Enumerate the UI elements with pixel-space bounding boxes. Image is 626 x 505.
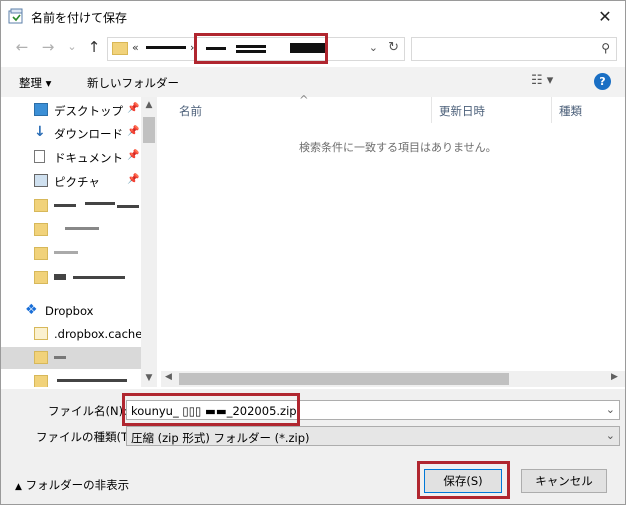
redacted-label	[85, 202, 115, 205]
save-highlight-box	[417, 461, 510, 499]
command-bar: 整理 ▾ 新しいフォルダー ☷ ▾ ?	[1, 67, 625, 97]
redacted-path	[146, 46, 186, 49]
document-icon	[34, 150, 45, 163]
refresh-icon[interactable]: ↻	[388, 40, 399, 55]
sidebar-item-folder[interactable]	[1, 195, 141, 217]
filetype-value: 圧縮 (zip 形式) フォルダー (*.zip)	[131, 431, 310, 445]
new-folder-button[interactable]: 新しいフォルダー	[87, 75, 179, 91]
scroll-right-icon[interactable]: ▶	[611, 372, 618, 382]
save-form: ファイル名(N): kounyu_ ▯▯▯ ▬▬_202005.zip ⌄ ファ…	[1, 389, 625, 504]
sidebar-item-label: .dropbox.cache	[54, 327, 143, 341]
redacted-label	[117, 205, 139, 208]
organize-button[interactable]: 整理 ▾	[19, 75, 51, 91]
nav-scrollbar[interactable]: ▲ ▼	[141, 97, 157, 387]
search-icon: ⚲	[601, 41, 610, 55]
folder-icon	[112, 42, 128, 55]
hide-folders-label: フォルダーの非表示	[25, 478, 130, 492]
help-icon[interactable]: ?	[594, 73, 611, 90]
column-header-type[interactable]: 種類	[559, 103, 582, 119]
filename-highlight-box	[122, 393, 300, 426]
redacted-label	[54, 251, 78, 254]
pictures-icon	[34, 174, 48, 187]
column-divider[interactable]	[431, 97, 432, 123]
filename-dropdown-icon[interactable]: ⌄	[606, 403, 615, 416]
search-input[interactable]: ⚲	[411, 37, 617, 61]
sidebar-item-documents[interactable]: ドキュメント 📌	[1, 146, 141, 168]
filetype-label: ファイルの種類(T):	[36, 430, 137, 444]
folder-sync-icon	[34, 271, 48, 284]
sidebar-item-label: ピクチャ	[54, 175, 100, 189]
sidebar-item-label: Dropbox	[45, 304, 94, 318]
shared-folder-icon	[34, 351, 48, 364]
address-row: ← → ⌄ ↑ « › ⌄ ↻ ⚲	[1, 32, 625, 64]
address-highlight-box	[194, 33, 328, 64]
column-header-name[interactable]: 名前	[179, 103, 202, 119]
save-dialog-icon	[8, 8, 23, 24]
view-options-icon[interactable]: ☷ ▾	[531, 73, 553, 88]
pin-icon: 📌	[127, 126, 140, 137]
forward-button[interactable]: →	[39, 38, 57, 56]
scroll-left-icon[interactable]: ◀	[165, 372, 172, 382]
sidebar-item-pictures[interactable]: ピクチャ 📌	[1, 170, 141, 192]
empty-message: 検索条件に一致する項目はありません。	[299, 141, 497, 154]
sidebar-item-downloads[interactable]: ↓ ダウンロード 📌	[1, 122, 141, 144]
title-bar: 名前を付けて保存 ✕	[1, 1, 625, 32]
sidebar-item-folder[interactable]	[1, 267, 141, 289]
navigation-pane: デスクトップ 📌 ↓ ダウンロード 📌 ドキュメント 📌 ピクチャ 📌 ❖ Dr…	[1, 97, 157, 387]
column-divider[interactable]	[551, 97, 552, 123]
folder-sync-icon	[34, 199, 48, 212]
back-button[interactable]: ←	[13, 38, 31, 56]
window-title: 名前を付けて保存	[31, 11, 128, 25]
sidebar-item-dropbox-cache[interactable]: .dropbox.cache	[1, 323, 143, 345]
pin-icon: 📌	[127, 174, 140, 185]
folder-icon	[34, 247, 48, 260]
chevron-up-icon: ▲	[15, 482, 22, 492]
redacted-label	[54, 204, 76, 207]
pin-icon: 📌	[127, 103, 140, 114]
sidebar-item-folder[interactable]	[1, 219, 141, 241]
sidebar-item-desktop[interactable]: デスクトップ 📌	[1, 99, 141, 121]
hide-folders-toggle[interactable]: ▲ フォルダーの非表示	[15, 477, 129, 493]
dropbox-icon: ❖	[25, 302, 38, 318]
filename-label: ファイル名(N):	[48, 404, 127, 418]
redacted-label	[54, 356, 66, 359]
sidebar-item-dropbox[interactable]: ❖ Dropbox	[1, 300, 141, 322]
recent-locations-button[interactable]: ⌄	[63, 38, 81, 56]
filetype-dropdown-icon[interactable]: ⌄	[606, 429, 615, 442]
up-button[interactable]: ↑	[85, 38, 103, 56]
redacted-label	[65, 227, 99, 230]
file-list[interactable]: 名前 ^ 更新日時 種類 検索条件に一致する項目はありません。	[161, 93, 625, 387]
sort-indicator-icon: ^	[299, 93, 309, 107]
shared-folder-icon	[34, 375, 48, 387]
folder-icon	[34, 327, 48, 340]
filetype-select[interactable]: 圧縮 (zip 形式) フォルダー (*.zip) ⌄	[126, 426, 620, 446]
download-icon: ↓	[34, 124, 46, 140]
redacted-label	[54, 274, 66, 280]
scroll-up-icon[interactable]: ▲	[141, 100, 157, 110]
close-button[interactable]: ✕	[585, 1, 625, 32]
sidebar-item-label: ダウンロード	[54, 127, 123, 141]
pin-icon: 📌	[127, 150, 140, 161]
sidebar-item-label: ドキュメント	[54, 151, 123, 165]
sidebar-item-folder[interactable]	[1, 243, 141, 265]
scroll-down-icon[interactable]: ▼	[141, 373, 157, 383]
scrollbar-thumb[interactable]	[143, 117, 155, 143]
sidebar-item-label: デスクトップ	[54, 104, 123, 118]
list-horizontal-scrollbar[interactable]: ◀ ▶	[161, 371, 625, 387]
save-as-dialog: 名前を付けて保存 ✕ ← → ⌄ ↑ « › ⌄ ↻ ⚲ 整理 ▾ 新しいフォル…	[0, 0, 626, 505]
redacted-label	[73, 276, 125, 279]
column-header-modified[interactable]: 更新日時	[439, 103, 485, 119]
sidebar-item-shared[interactable]	[1, 371, 141, 387]
breadcrumb-overflow[interactable]: «	[132, 41, 139, 54]
sidebar-item-shared[interactable]	[1, 347, 141, 369]
cancel-button[interactable]: キャンセル	[521, 469, 607, 493]
address-dropdown-icon[interactable]: ⌄	[369, 41, 378, 54]
scrollbar-thumb[interactable]	[179, 373, 509, 385]
folder-icon	[34, 223, 48, 236]
desktop-icon	[34, 103, 48, 116]
redacted-label	[57, 379, 127, 382]
